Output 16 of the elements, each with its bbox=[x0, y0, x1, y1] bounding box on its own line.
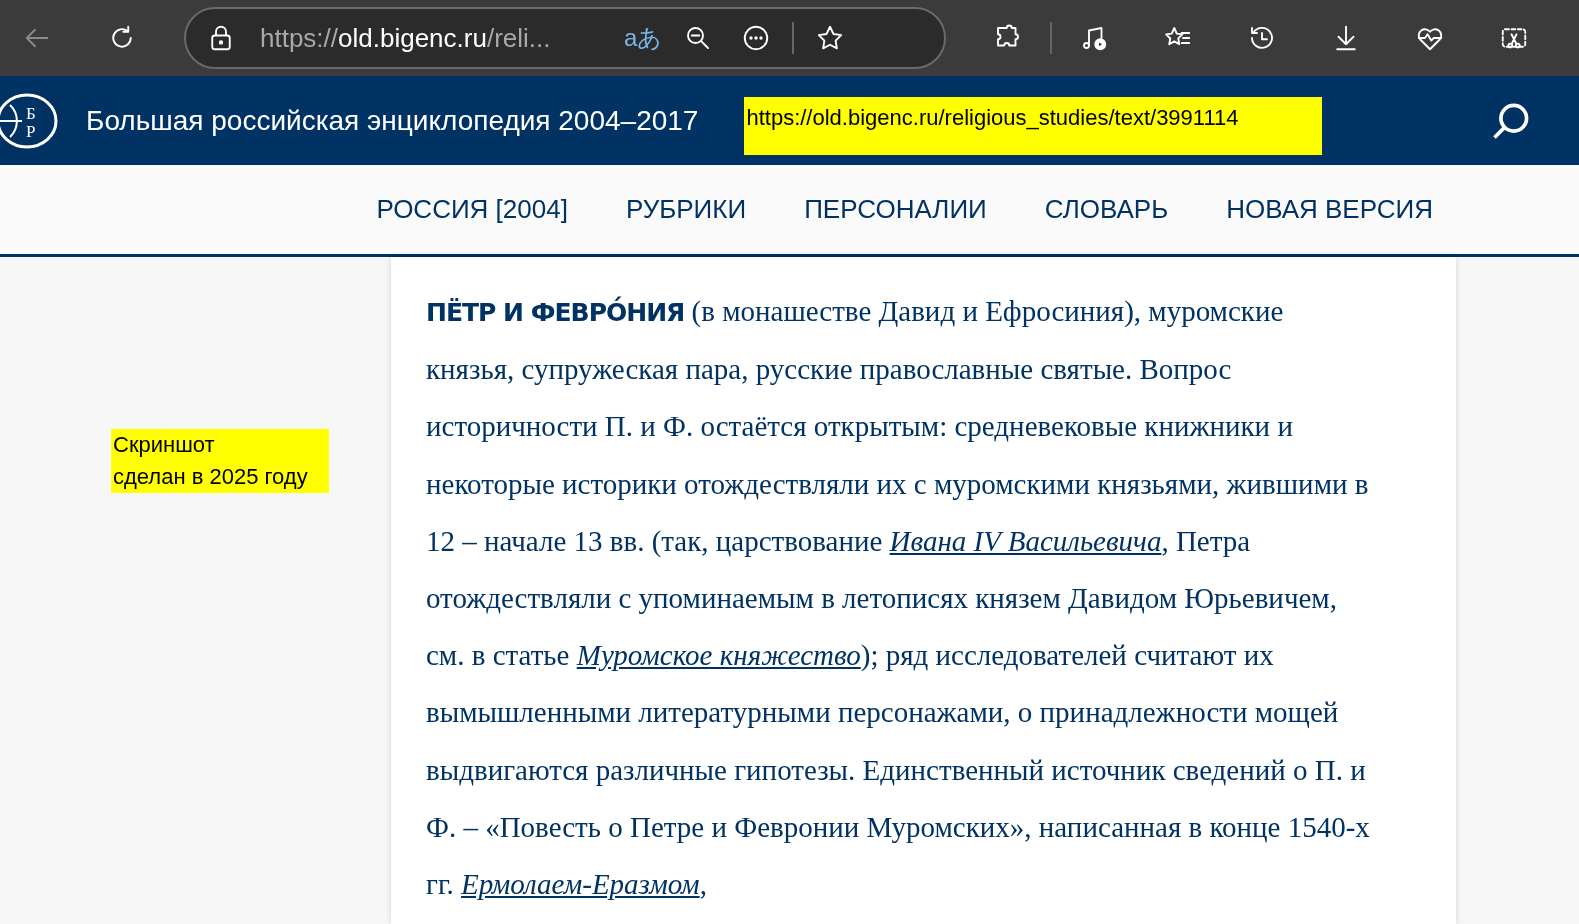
nav-link[interactable]: НОВАЯ ВЕРСИЯ bbox=[1226, 190, 1433, 229]
article-link[interactable]: Ивана IV Васильевича bbox=[889, 524, 1162, 557]
translate-button[interactable]: aあ bbox=[624, 20, 663, 56]
article-paragraph: ПЁТР И ФЕВРО́НИЯ (в монашестве Давид и Ефросиния), муромские князья, супружеская пара, русские православные святые. Вопрос историчности П. и Ф. остаётся открытым: средневековые книжники и некоторые историки отождествляли их с муромскими князьями, жившими в 12 – начале 13 вв. (так, царствование Ивана IV Васильевича, Петра отождествляли с упоминаемым в летописях князем Давидом Юрьевичем, см. в статье Муромское княжество); ряд исследователей считают их вымышленными литературными персонажами, о принадлежности мощей выдвигаются различные гипотезы. Единственный источник сведений о П. и Ф. – «Повесть о Петре и Февронии Муромских», написанная в конце 1540-х гг. Ермолаем-Еразмом, bbox=[426, 294, 1371, 903]
url-text: https://old.bigenc.ru/reli... bbox=[260, 21, 552, 55]
screenshot-note: Скриншот сделан в 2025 году bbox=[111, 429, 329, 493]
nav-link[interactable]: ПЕРСОНАЛИИ bbox=[804, 190, 987, 229]
logo: Б Р bbox=[0, 92, 58, 149]
highlighted-url: https://old.bigenc.ru/religious_studies/text/3991114 bbox=[744, 97, 1323, 155]
nav-link[interactable]: РОССИЯ [2004] bbox=[376, 190, 568, 229]
address-bar[interactable]: https://old.bigenc.ru/reli... aあ bbox=[184, 7, 946, 69]
nav-link[interactable]: РУБРИКИ bbox=[625, 190, 747, 229]
article-link[interactable]: Ермолаем-Еразмом bbox=[461, 868, 700, 901]
site-title: Большая российская энциклопедия 2004–2017 bbox=[86, 103, 699, 138]
nav-link[interactable]: СЛОВАРЬ bbox=[1044, 190, 1169, 229]
article-link[interactable]: Муромское княжество bbox=[576, 639, 861, 672]
